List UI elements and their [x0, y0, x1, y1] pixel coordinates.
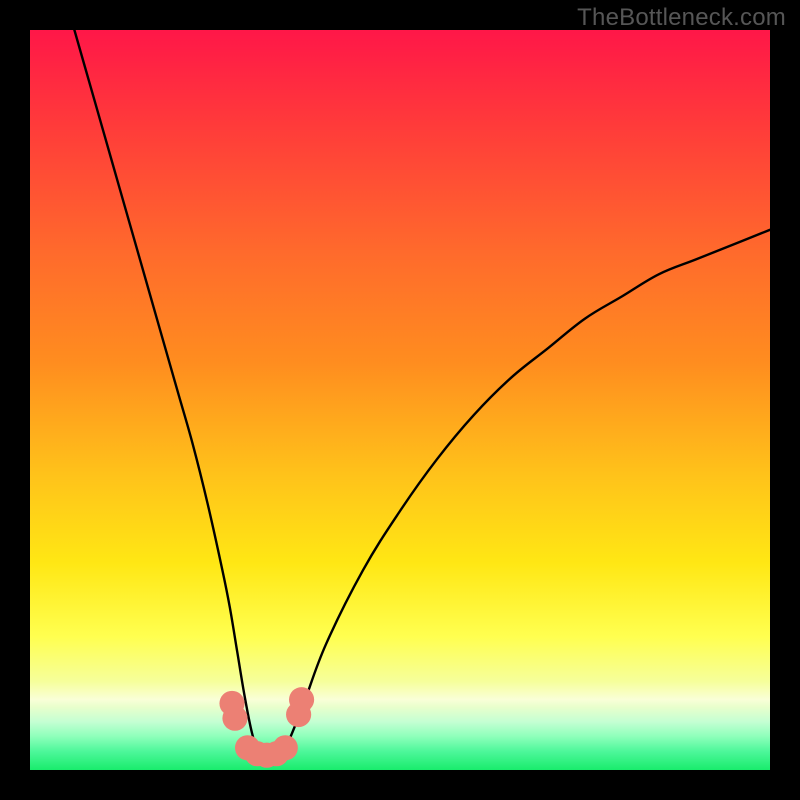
plot-background — [30, 30, 770, 770]
curve-marker — [289, 687, 314, 712]
chart-stage: TheBottleneck.com — [0, 0, 800, 800]
curve-marker — [222, 706, 247, 731]
watermark-text: TheBottleneck.com — [577, 4, 786, 32]
bottleneck-plot — [30, 30, 770, 770]
curve-marker — [273, 735, 298, 760]
plot-svg — [30, 30, 770, 770]
